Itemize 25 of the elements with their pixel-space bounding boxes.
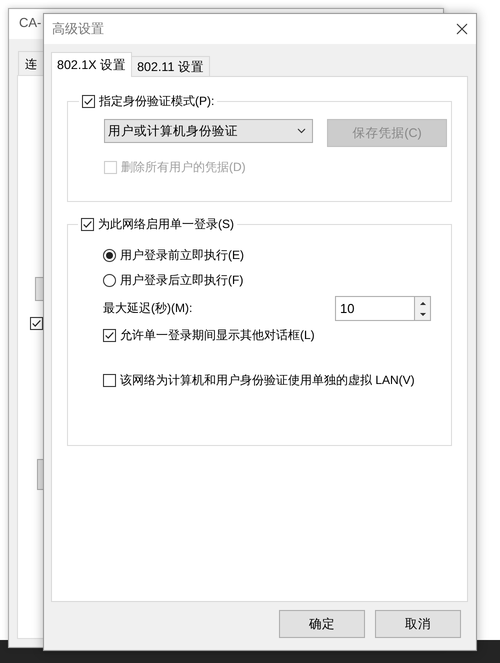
dialog-button[interactable]: 确定 [279,610,365,638]
window-title: CA- [19,15,42,30]
field-label: 最大延迟(秒)(M): [103,300,192,317]
checkbox[interactable] [103,374,116,387]
checkbox-label: 删除所有用户的凭据(D) [121,159,246,176]
close-icon[interactable] [456,23,468,35]
checkbox[interactable] [30,317,43,330]
checkbox-label: 该网络为计算机和用户身份验证使用单独的虚拟 LAN(V) [120,372,415,389]
checkbox[interactable] [82,95,95,108]
tab[interactable]: 802.1X 设置 [51,52,132,77]
checkbox-label: 为此网络启用单一登录(S) [98,216,234,233]
dropdown[interactable]: 用户或计算机身份验证 [104,119,313,143]
number-field[interactable]: 10 [335,296,414,321]
radio-label: 用户登录前立即执行(E) [120,247,244,264]
checkbox-label: 指定身份验证模式(P): [99,93,214,110]
window-title: 高级设置 [52,20,104,38]
dialog-button[interactable]: 取消 [375,610,461,638]
checkbox-label: 允许单一登录期间显示其他对话框(L) [120,327,315,344]
radio-button[interactable] [103,249,116,262]
checkbox[interactable] [81,218,94,231]
tab[interactable]: 802.11 设置 [131,56,210,77]
radio-button[interactable] [103,274,116,287]
checkbox[interactable] [103,329,116,342]
radio-label: 用户登录后立即执行(F) [120,272,244,289]
caret-icon [297,128,306,134]
